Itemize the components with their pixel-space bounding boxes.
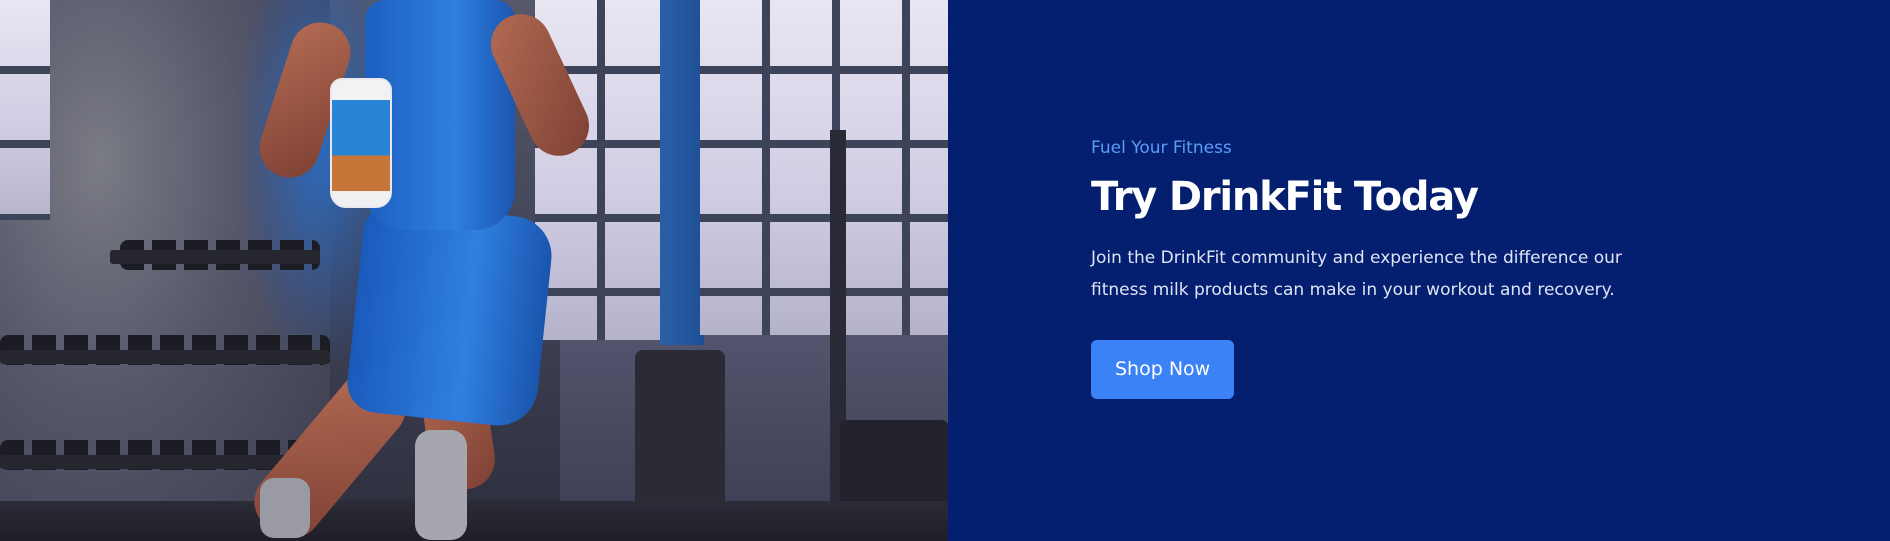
promo-description: Join the DrinkFit community and experien… <box>1091 248 1622 300</box>
hero-image <box>0 0 948 541</box>
promo-content: Fuel Your Fitness Try DrinkFit Today Joi… <box>1091 136 1691 399</box>
athlete-figure <box>242 0 625 541</box>
protein-bottle-icon <box>330 78 392 208</box>
shop-now-button[interactable]: Shop Now <box>1091 340 1235 399</box>
gym-window <box>700 0 948 335</box>
promo-content-panel: Fuel Your Fitness Try DrinkFit Today Joi… <box>948 0 1890 541</box>
eyebrow-text: Fuel Your Fitness <box>1091 138 1232 158</box>
gym-window <box>0 0 50 220</box>
athlete-shorts <box>344 200 556 430</box>
gym-pillar <box>660 0 704 345</box>
sneaker-icon <box>260 478 310 538</box>
gym-equipment <box>635 350 725 510</box>
sneaker-icon <box>415 430 467 540</box>
page-title: Try DrinkFit Today <box>1091 174 1479 220</box>
promo-banner: Fuel Your Fitness Try DrinkFit Today Joi… <box>0 0 1890 541</box>
